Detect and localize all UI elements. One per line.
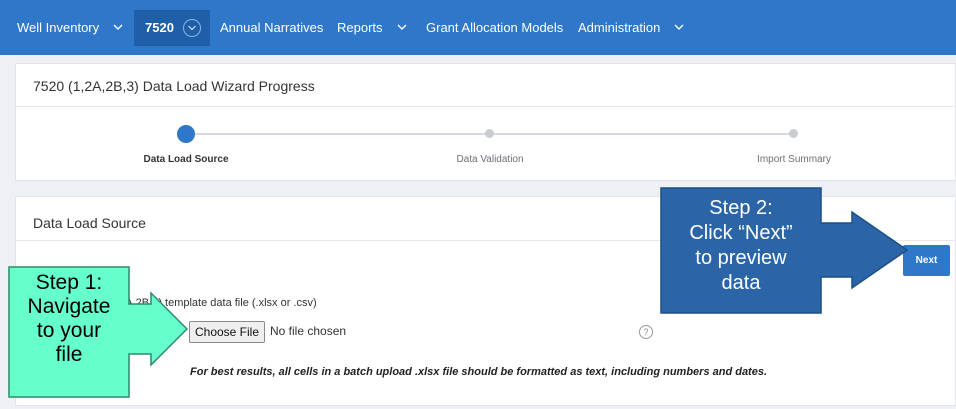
wizard-step-label: Data Validation bbox=[456, 154, 524, 165]
wizard-step-label: Import Summary bbox=[757, 154, 831, 165]
chevron-down-icon[interactable] bbox=[674, 0, 684, 55]
wizard-step-dot bbox=[789, 129, 798, 138]
wizard-progress-panel: 7520 (1,2A,2B,3) Data Load Wizard Progre… bbox=[15, 63, 956, 181]
chevron-down-icon[interactable] bbox=[397, 0, 407, 55]
callout-line: Step 2: bbox=[709, 197, 773, 219]
nav-7520[interactable]: 7520 bbox=[145, 0, 174, 55]
step1-callout-text: Step 1: Navigate to your file bbox=[8, 266, 130, 398]
callout-line: data bbox=[721, 272, 761, 294]
wizard-step-label: Data Load Source bbox=[143, 154, 229, 165]
chevron-down-circle-icon[interactable] bbox=[183, 19, 201, 37]
choose-file-button[interactable]: Choose File bbox=[189, 321, 265, 343]
callout-line: file bbox=[55, 343, 83, 366]
step1-callout: Step 1: Navigate to your file bbox=[8, 266, 188, 398]
nav-administration[interactable]: Administration bbox=[578, 0, 660, 55]
nav-grant-allocation-models[interactable]: Grant Allocation Models bbox=[426, 0, 563, 55]
section-title: Data Load Source bbox=[33, 215, 146, 231]
nav-annual-narratives[interactable]: Annual Narratives bbox=[220, 0, 323, 55]
step2-callout: Step 2: Click “Next” to preview data bbox=[660, 187, 908, 314]
wizard-step-dot-current bbox=[177, 125, 195, 143]
wizard-title: 7520 (1,2A,2B,3) Data Load Wizard Progre… bbox=[33, 78, 315, 94]
callout-line: Step 1: bbox=[35, 271, 103, 294]
question-circle-icon[interactable]: ? bbox=[639, 325, 653, 339]
nav-reports[interactable]: Reports bbox=[337, 0, 383, 55]
top-nav-bar: Well Inventory 7520 Annual Narratives Re… bbox=[0, 0, 956, 55]
next-button[interactable]: Next bbox=[903, 245, 950, 276]
formatting-note: For best results, all cells in a batch u… bbox=[190, 366, 768, 378]
nav-well-inventory[interactable]: Well Inventory bbox=[17, 0, 99, 55]
callout-line: to preview bbox=[695, 247, 787, 269]
wizard-step-dot bbox=[485, 129, 494, 138]
chevron-down-icon[interactable] bbox=[113, 0, 123, 55]
divider bbox=[16, 106, 956, 107]
callout-line: Navigate bbox=[27, 295, 111, 318]
callout-line: to your bbox=[36, 319, 102, 342]
step2-callout-text: Step 2: Click “Next” to preview data bbox=[666, 187, 816, 314]
file-status-text: No file chosen bbox=[270, 324, 347, 338]
callout-line: Click “Next” bbox=[689, 222, 793, 244]
